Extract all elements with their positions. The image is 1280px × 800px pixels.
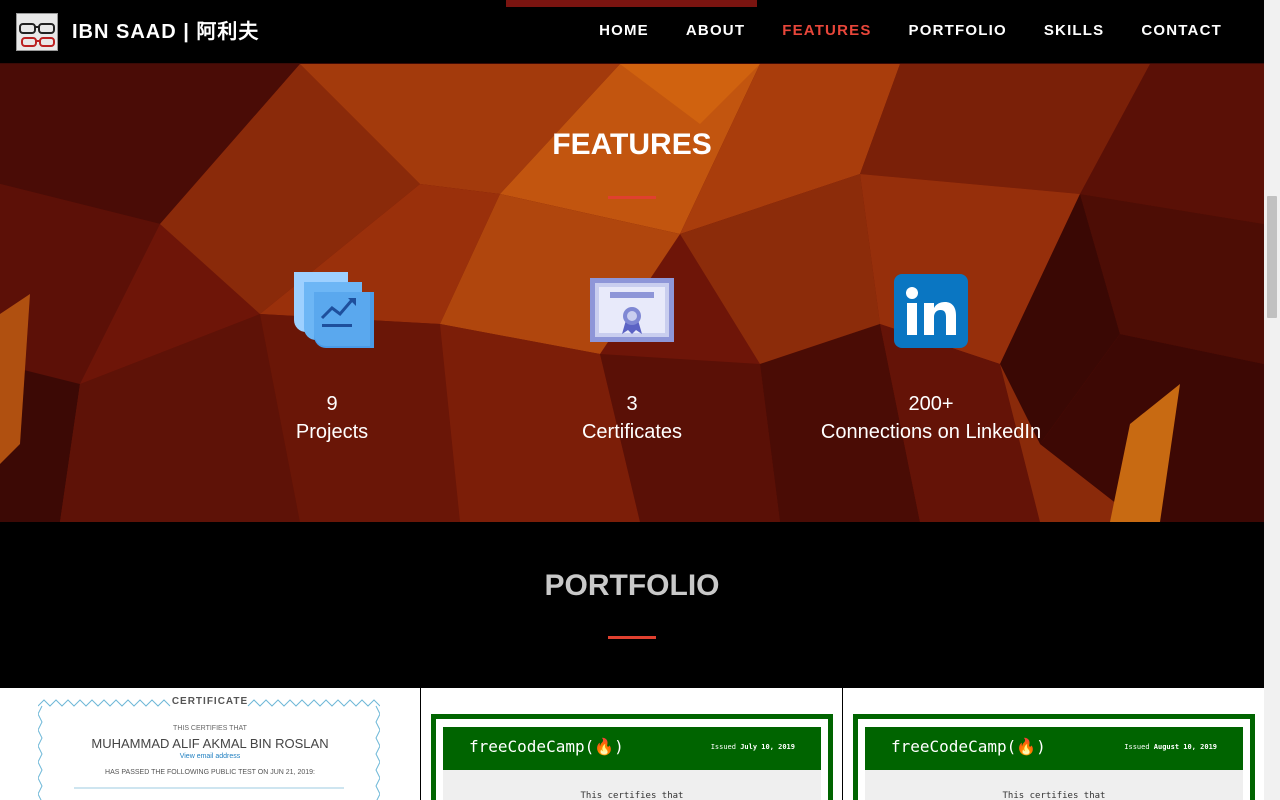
cert1-email-link[interactable]: View email address	[0, 753, 420, 760]
portfolio-card-fcc-certificate-1[interactable]: freeCodeCamp(🔥) Issued July 10, 2019 Thi…	[421, 688, 842, 800]
nav-about[interactable]: ABOUT	[686, 22, 745, 39]
fcc-certifies: This certifies that	[1002, 791, 1106, 800]
fcc-issued: Issued August 10, 2019	[1124, 743, 1217, 751]
projects-label: Projects	[295, 421, 369, 443]
fcc-header: freeCodeCamp(🔥) Issued July 10, 2019	[443, 727, 821, 770]
brand-title[interactable]: IBN SAAD | 阿利夫	[72, 15, 259, 44]
portfolio-card-fcc-certificate-2[interactable]: freeCodeCamp(🔥) Issued August 10, 2019 T…	[843, 688, 1264, 800]
features-section: FEATURES 9 Projects 3 Certificates 200+ …	[0, 64, 1264, 522]
portfolio-title: PORTFOLIO	[544, 569, 720, 602]
nav-contact[interactable]: CONTACT	[1141, 22, 1222, 39]
page-scrollbar[interactable]	[1264, 0, 1280, 800]
cert1-name: MUHAMMAD ALIF AKMAL BIN ROSLAN	[91, 736, 329, 751]
cert1-passed: HAS PASSED THE FOLLOWING PUBLIC TEST ON …	[105, 769, 315, 776]
linkedin-count: 200+	[908, 393, 954, 415]
fcc-frame: freeCodeCamp(🔥) Issued August 10, 2019 T…	[853, 714, 1255, 800]
nav-links: HOME ABOUT FEATURES PORTFOLIO SKILLS CON…	[599, 22, 1222, 39]
linkedin-label: Connections on LinkedIn	[820, 421, 1042, 443]
nav-portfolio[interactable]: PORTFOLIO	[909, 22, 1007, 39]
fcc-body: This certifies that	[443, 770, 821, 800]
nav-skills[interactable]: SKILLS	[1044, 22, 1105, 39]
nav-accent-bar	[506, 0, 757, 7]
features-title-underline	[608, 196, 656, 199]
portfolio-section: PORTFOLIO CERTIFICATE THIS CERTIFIES THA…	[0, 522, 1264, 800]
features-title: FEATURES	[552, 128, 712, 161]
feature-linkedin: 200+ Connections on LinkedIn	[801, 270, 1061, 450]
fcc-frame: freeCodeCamp(🔥) Issued July 10, 2019 Thi…	[431, 714, 833, 800]
logo-glasses-icon[interactable]	[16, 13, 58, 51]
projects-count: 9	[326, 393, 338, 415]
certificates-count: 3	[626, 393, 638, 415]
fcc-logo: freeCodeCamp(🔥)	[469, 737, 624, 756]
nav-features[interactable]: FEATURES	[782, 22, 871, 39]
portfolio-card-hackerrank-certificate[interactable]: CERTIFICATE THIS CERTIFIES THAT MUHAMMAD…	[0, 688, 420, 800]
fcc-body: This certifies that	[865, 770, 1243, 800]
feature-projects: 9 Projects	[202, 270, 462, 450]
fcc-logo: freeCodeCamp(🔥)	[891, 737, 1046, 756]
scrollbar-thumb[interactable]	[1267, 196, 1277, 318]
certificates-label: Certificates	[581, 421, 683, 443]
portfolio-title-underline	[608, 636, 656, 639]
feature-certificates: 3 Certificates	[502, 270, 762, 450]
linkedin-icon[interactable]	[894, 274, 968, 353]
nav-home[interactable]: HOME	[599, 22, 649, 39]
certificate-icon	[590, 278, 674, 347]
cert1-certifies: THIS CERTIFIES THAT	[173, 725, 247, 732]
navbar: IBN SAAD | 阿利夫 HOME ABOUT FEATURES PORTF…	[0, 0, 1264, 64]
fcc-header: freeCodeCamp(🔥) Issued August 10, 2019	[865, 727, 1243, 770]
projects-chart-icon	[290, 270, 374, 353]
fcc-issued: Issued July 10, 2019	[710, 743, 795, 751]
fcc-certifies: This certifies that	[580, 791, 684, 800]
cert1-title: CERTIFICATE	[171, 696, 249, 707]
